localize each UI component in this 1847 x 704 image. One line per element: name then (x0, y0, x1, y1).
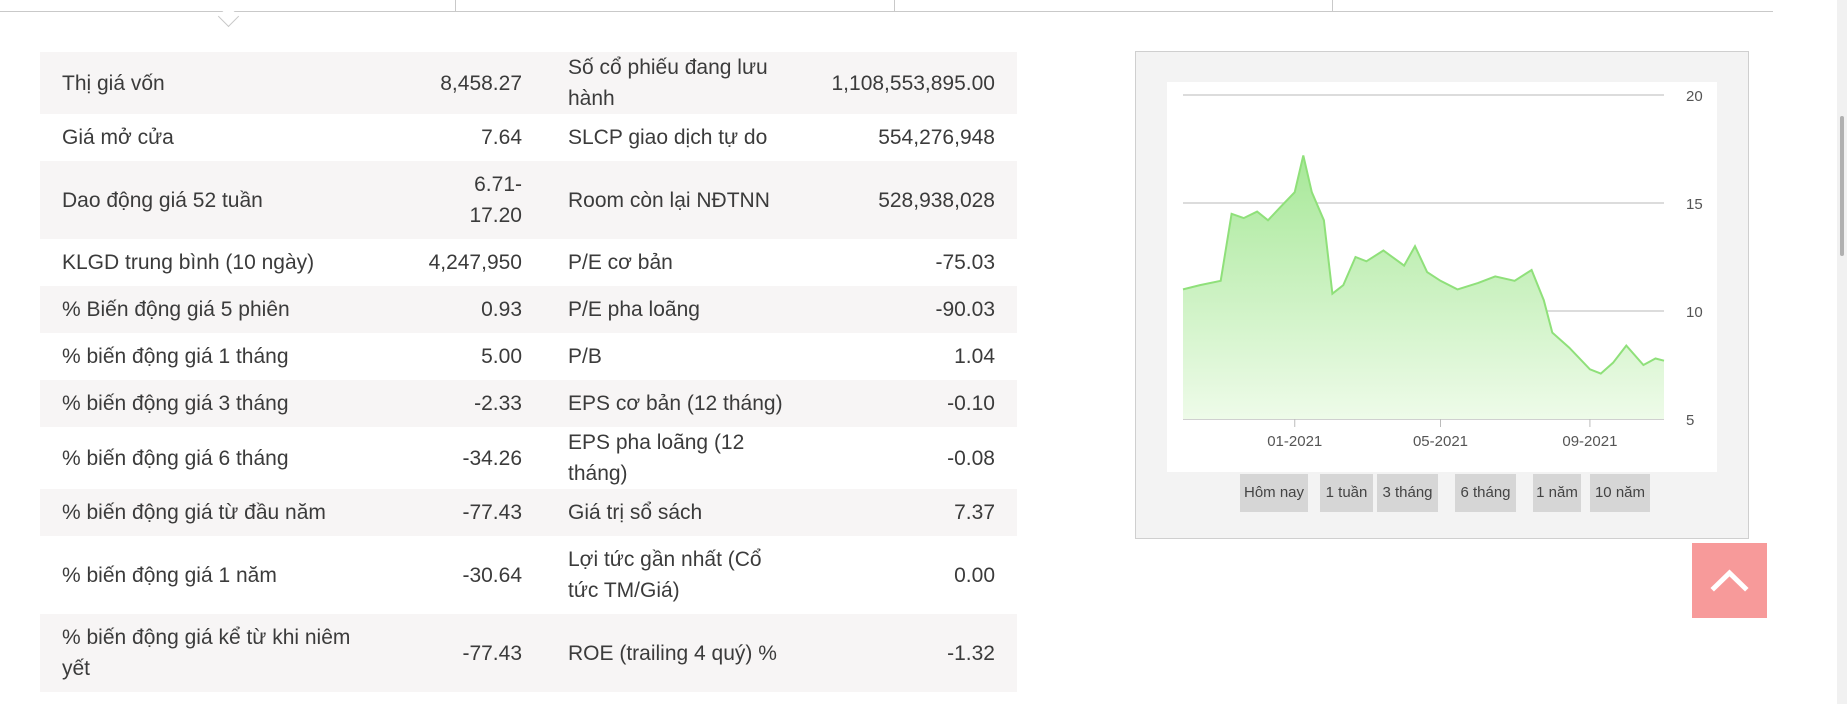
stat-label: P/E cơ bản (568, 251, 673, 274)
range-button[interactable]: Hôm nay (1240, 474, 1308, 512)
range-button[interactable]: 10 năm (1590, 474, 1650, 512)
stat-value: 8,458.27 (440, 71, 522, 95)
stock-stats-table: Thị giá vốn 8,458.27 Số cổ phiếu đang lưu … (40, 52, 1017, 692)
stat-label: % biến động giá 1 năm (62, 563, 277, 587)
stat-value: 7.64 (481, 126, 522, 149)
price-chart-svg: 5 10 15 20 01-2021 05-2021 09-2021 (1182, 88, 1703, 450)
range-button[interactable]: 1 năm (1533, 474, 1581, 512)
stat-value: -0.08 (947, 446, 995, 470)
stat-label: EPS cơ bản (12 tháng) (568, 392, 783, 415)
tab-divider (455, 0, 456, 11)
stat-label: Giá trị sổ sách (568, 501, 703, 524)
table-row: Giá mở cửa 7.64 SLCP giao dịch tự do 554,27… (40, 114, 1017, 161)
table-row: Thị giá vốn 8,458.27 Số cổ phiếu đang lưu … (40, 52, 1017, 114)
stat-label: Giá mở cửa (62, 126, 174, 149)
range-button[interactable]: 1 tuần (1320, 474, 1373, 512)
stat-label: Room còn lại NĐTNN (568, 188, 770, 212)
table-row: KLGD trung bình (10 ngày) 4,247,950 P/E cơ… (40, 239, 1017, 286)
y-tick-label: 10 (1686, 304, 1703, 321)
price-chart-panel: 5 10 15 20 01-2021 05-2021 09-2021 Hôm nay 1 tu… (1135, 51, 1749, 539)
page-scrollbar[interactable] (1837, 0, 1847, 704)
stat-label: P/E pha loãng (568, 298, 700, 321)
y-tick-label: 20 (1686, 88, 1703, 105)
table-row: % biến động giá kể từ khi niêm yết -77.43… (40, 614, 1017, 692)
stat-label: Dao động giá 52 tuần (62, 188, 263, 212)
active-tab-caret-icon (217, 5, 240, 28)
tab-divider (894, 0, 895, 11)
stat-value: -34.26 (462, 446, 522, 470)
table-row: % Biến động giá 5 phiên 0.93 P/E pha loãng… (40, 286, 1017, 333)
stat-value: -1.32 (947, 641, 995, 665)
stat-value: 6.71- 17.20 (469, 173, 522, 227)
stat-label: % biến động giá từ đầu năm (62, 501, 326, 524)
range-button[interactable]: 3 tháng (1377, 474, 1438, 512)
stat-value: 7.37 (954, 501, 995, 524)
table-row: % biến động giá 1 tháng 5.00 P/B 1.04 (40, 333, 1017, 380)
stat-value: -75.03 (935, 251, 995, 274)
stat-value: 1,108,553,895.00 (831, 71, 996, 95)
range-button[interactable]: 6 tháng (1455, 474, 1516, 512)
chevron-up-icon (1710, 569, 1749, 592)
table-row: Dao động giá 52 tuần 6.71- 17.20 Room còn … (40, 161, 1017, 239)
price-chart: 5 10 15 20 01-2021 05-2021 09-2021 (1167, 82, 1717, 472)
stat-label: ROE (trailing 4 quý) % (568, 641, 777, 665)
stat-label: Số cổ phiếu đang lưu hành (568, 56, 768, 110)
stat-value: 4,247,950 (428, 251, 522, 274)
table-row: % biến động giá 1 năm -30.64 Lợi tức gần n… (40, 536, 1017, 614)
stat-value: -90.03 (935, 298, 995, 321)
stat-value: 0.93 (481, 298, 522, 321)
stat-label: % biến động giá kể từ khi niêm yết (62, 626, 351, 680)
stat-value: -0.10 (947, 392, 995, 415)
stat-label: % biến động giá 6 tháng (62, 446, 289, 470)
table-row: % biến động giá 6 tháng -34.26 EPS pha loã… (40, 427, 1017, 489)
scrollbar-thumb[interactable] (1840, 116, 1844, 256)
tab-strip (0, 0, 1773, 28)
stat-label: % biến động giá 3 tháng (62, 392, 289, 415)
stat-label: KLGD trung bình (10 ngày) (62, 251, 315, 274)
y-tick-label: 5 (1686, 412, 1694, 429)
stat-value: 528,938,028 (878, 188, 995, 212)
stat-value: 0.00 (954, 563, 995, 587)
stat-label: Lợi tức gần nhất (Cổ tức TM/Giá) (568, 548, 762, 602)
stat-value: -77.43 (462, 641, 522, 665)
x-tick-label: 01-2021 (1267, 433, 1322, 450)
stat-label: EPS pha loãng (12 tháng) (568, 431, 745, 485)
price-area (1183, 155, 1664, 419)
tab-divider (1332, 0, 1333, 11)
stat-value: 554,276,948 (878, 126, 995, 149)
x-tick-label: 09-2021 (1562, 433, 1617, 450)
stat-value: 5.00 (481, 345, 522, 368)
stat-value: -77.43 (462, 501, 522, 524)
stat-label: Thị giá vốn (62, 71, 165, 95)
stat-label: SLCP giao dịch tự do (568, 126, 768, 149)
table-row: % biến động giá 3 tháng -2.33 EPS cơ bản (… (40, 380, 1017, 427)
stat-value: 1.04 (954, 345, 995, 368)
stat-label: % biến động giá 1 tháng (62, 345, 289, 368)
x-tick-label: 05-2021 (1413, 433, 1468, 450)
y-tick-label: 15 (1686, 196, 1703, 213)
scroll-to-top-button[interactable] (1692, 543, 1767, 618)
stat-label: P/B (568, 345, 602, 368)
stat-value: -2.33 (474, 392, 522, 415)
stat-value: -30.64 (462, 563, 522, 587)
stat-label: % Biến động giá 5 phiên (62, 298, 290, 321)
table-row: % biến động giá từ đầu năm -77.43 Giá trị … (40, 489, 1017, 536)
